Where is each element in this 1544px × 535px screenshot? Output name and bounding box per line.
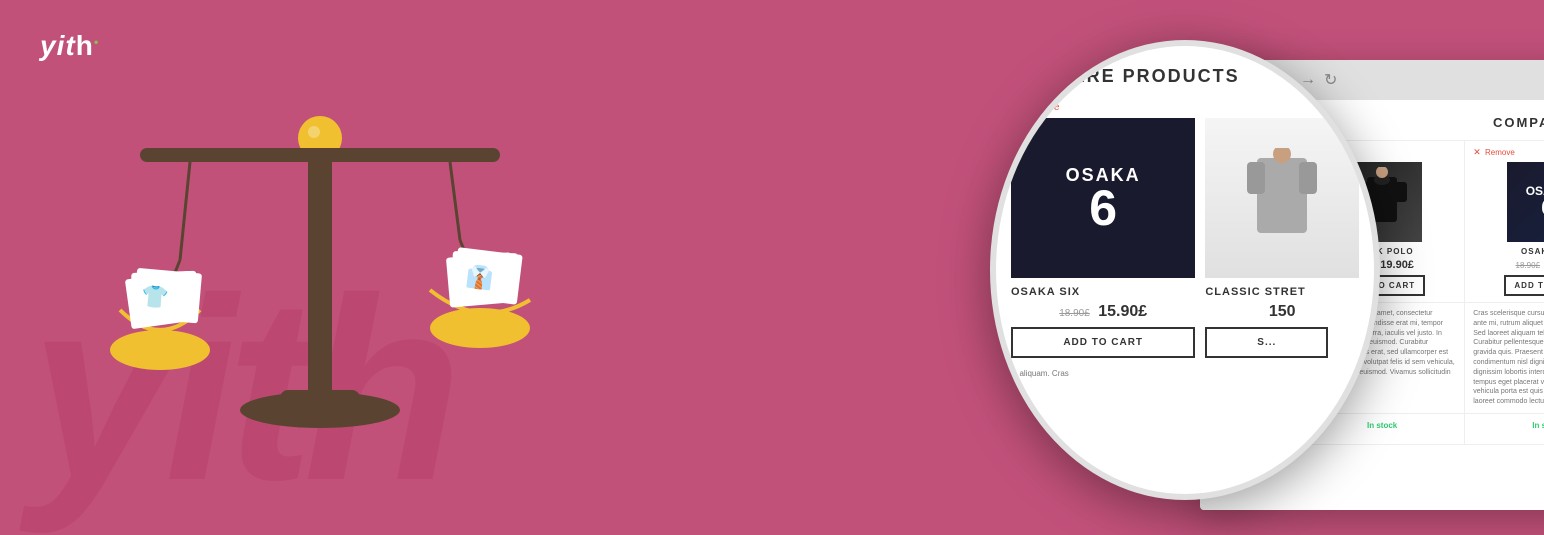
- mag-name-classic: CLASSIC STRET: [1205, 286, 1359, 298]
- desc-osaka-six: Cras scelerisque cursus erat in aliquam.…: [1465, 303, 1544, 413]
- mag-price-classic: 150: [1205, 303, 1359, 321]
- browser-wrapper: ← → ↻ COMPARE PRODUCTS ✕ Remove: [600, 30, 1360, 480]
- mag-image-osaka: OSAKA 6: [1011, 118, 1195, 278]
- scale-illustration: 👕 👔: [60, 60, 580, 480]
- mag-set-options-classic[interactable]: S...: [1205, 327, 1328, 358]
- mag-product-classic: ✕ Remove CLASSIC STRET 150 S...: [1205, 102, 1359, 358]
- desc-text-osaka-six: Cras scelerisque cursus erat in aliquam.…: [1473, 309, 1544, 407]
- mag-price-osaka: 18.90£ 15.90£: [1011, 303, 1195, 321]
- svg-text:👔: 👔: [465, 263, 495, 291]
- magnifier-products-row: ✕ Remove OSAKA 6 OSAKA SIX 18.90£ 15.90£…: [1011, 102, 1359, 358]
- remove-osaka-six[interactable]: ✕ Remove: [1473, 147, 1544, 158]
- add-to-cart-osaka-six[interactable]: ADD TO CART: [1504, 275, 1544, 296]
- price-new-black-polo: 19.90£: [1380, 259, 1414, 271]
- mag-image-classic: [1205, 118, 1359, 278]
- mag-price-old-osaka: 18.90£: [1059, 308, 1090, 319]
- stock-osaka-six: In stock: [1532, 421, 1544, 430]
- mag-desc-text: la aliquam. Cras: [1011, 368, 1359, 379]
- product-image-osaka-six: OSAKA6: [1507, 162, 1544, 242]
- svg-text:👕: 👕: [140, 283, 169, 310]
- price-old-osaka-six: 18.90£: [1516, 261, 1540, 270]
- yith-logo: yith●: [40, 30, 100, 62]
- product-col-osaka-six: ✕ Remove OSAKA6 OSAKA SIX 18.90£ 15.90£ …: [1465, 141, 1544, 302]
- refresh-button[interactable]: ↻: [1324, 70, 1337, 90]
- stock-black-polo: In stock: [1367, 421, 1397, 430]
- magnifier: COMPARE PRODUCTS ✕ Remove OSAKA 6 OSAKA …: [990, 40, 1380, 500]
- mag-price-new-osaka: 15.90£: [1098, 303, 1147, 320]
- product-name-osaka-six: OSAKA SIX: [1473, 247, 1544, 256]
- mag-price-new-classic: 150: [1269, 303, 1296, 320]
- magnifier-content: COMPARE PRODUCTS ✕ Remove OSAKA 6 OSAKA …: [996, 46, 1374, 494]
- mag-name-osaka: OSAKA SIX: [1011, 286, 1195, 298]
- mag-remove-osaka[interactable]: ✕ Remove: [1011, 102, 1195, 113]
- mag-product-osaka: ✕ Remove OSAKA 6 OSAKA SIX 18.90£ 15.90£…: [1011, 102, 1195, 358]
- product-price-osaka-six: 18.90£ 15.90£: [1473, 259, 1544, 271]
- avail-osaka-six: In stock: [1465, 414, 1544, 444]
- mag-add-cart-osaka[interactable]: ADD TO CART: [1011, 327, 1195, 358]
